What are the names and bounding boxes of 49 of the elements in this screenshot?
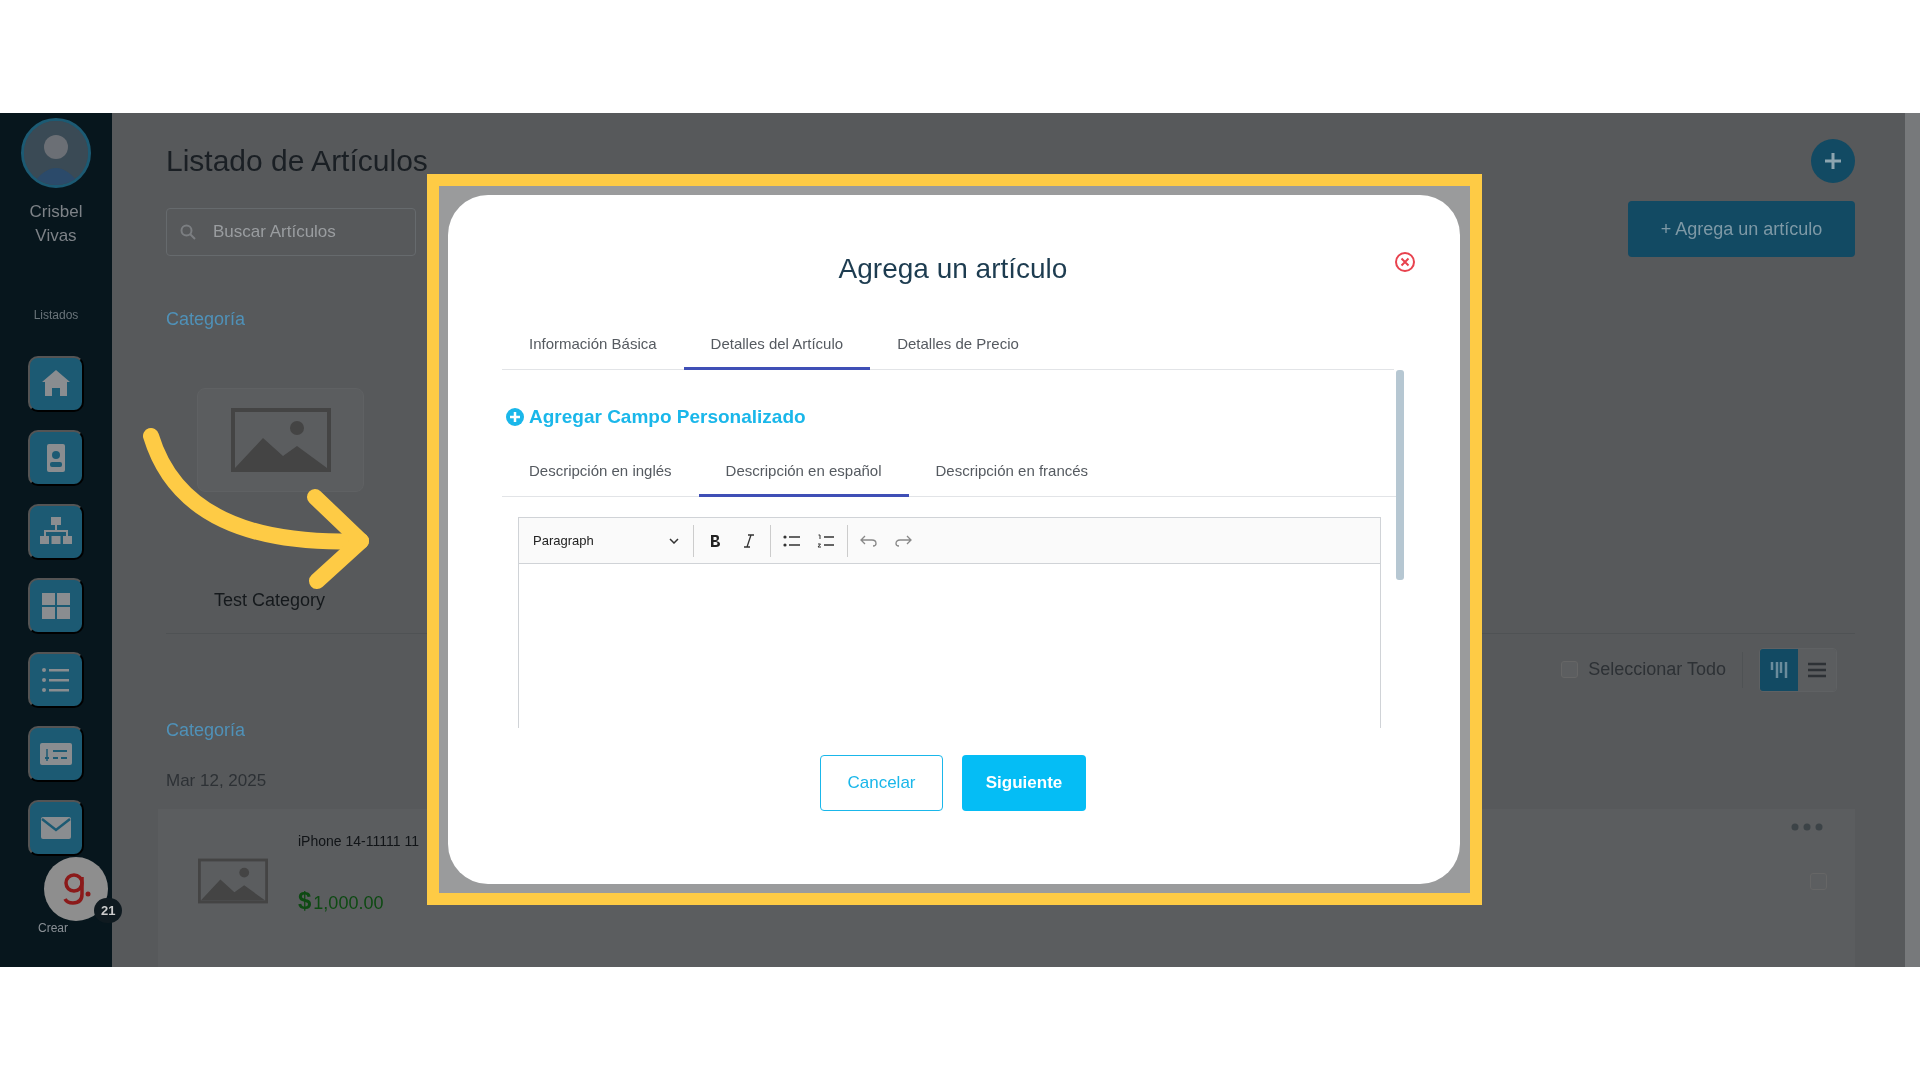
category-name: Test Category xyxy=(214,590,326,612)
menu-icon xyxy=(1807,661,1827,678)
undo-icon xyxy=(860,534,878,547)
tab[interactable]: Descripción en francés xyxy=(908,450,1116,497)
letter-mark-icon xyxy=(61,872,91,906)
category-heading: Categoría xyxy=(166,309,246,330)
search-icon xyxy=(180,224,196,240)
category-heading: Categoría xyxy=(166,719,246,741)
italic-icon xyxy=(744,533,754,548)
close-icon[interactable] xyxy=(1394,251,1416,273)
sidebar-nav-button[interactable] xyxy=(28,356,84,412)
sidebar-nav-button[interactable] xyxy=(28,578,84,634)
tab[interactable]: Descripción en inglés xyxy=(502,450,699,497)
sidebar-nav-button[interactable] xyxy=(28,800,84,856)
block-format-dropdown[interactable]: Paragraph xyxy=(525,533,689,548)
bullet-list-icon xyxy=(783,533,801,548)
create-label: Crear xyxy=(38,921,68,935)
sidebar-nav-button[interactable] xyxy=(28,430,84,486)
tab[interactable]: Descripción en español xyxy=(698,450,909,497)
image-placeholder-icon xyxy=(198,856,268,905)
sidebar-nav-button[interactable] xyxy=(28,504,84,560)
article-name: iPhone 14-11111 11 xyxy=(298,832,419,849)
section-label: Listados xyxy=(33,308,79,322)
scrollbar[interactable] xyxy=(1905,113,1920,967)
article-price: 1,000.00 xyxy=(313,892,384,914)
scrollbar[interactable] xyxy=(1396,370,1404,580)
tab[interactable]: Detalles del Artículo xyxy=(683,323,871,370)
sidebar-nav-button[interactable] xyxy=(28,652,84,708)
columns-icon xyxy=(1770,660,1788,679)
tab[interactable]: Información Básica xyxy=(502,323,684,370)
grid-view-button[interactable] xyxy=(1760,648,1798,691)
page-title: Listado de Artículos xyxy=(166,144,428,178)
plus-icon xyxy=(1824,152,1842,170)
dialog-title: Agrega un artículo xyxy=(837,253,1069,285)
plus-circle-icon xyxy=(506,408,524,426)
search-field[interactable]: Buscar Artículos xyxy=(166,208,416,256)
notification-badge: 21 xyxy=(94,898,123,923)
chevron-down-icon xyxy=(669,537,679,544)
user-name: Crisbel Vivas xyxy=(28,201,84,247)
tab[interactable]: Detalles de Precio xyxy=(870,323,1046,370)
bold-icon xyxy=(709,533,721,548)
redo-icon xyxy=(894,534,912,547)
currency-symbol: $ xyxy=(298,886,312,915)
numbered-list-icon xyxy=(817,533,835,548)
rich-text-editor[interactable]: Paragraph xyxy=(518,517,1381,728)
image-placeholder-icon xyxy=(230,408,331,472)
sidebar-nav-button[interactable] xyxy=(28,726,84,782)
list-view-button[interactable] xyxy=(1798,648,1836,691)
add-circle-button[interactable] xyxy=(1811,139,1855,183)
